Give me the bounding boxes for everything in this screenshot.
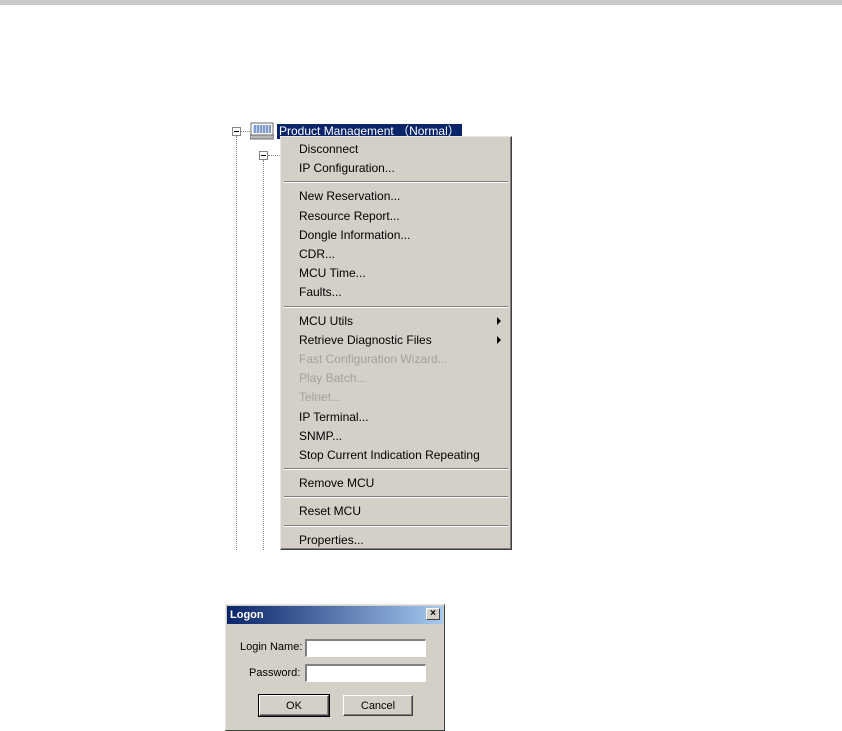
tree-line (236, 136, 237, 550)
close-icon[interactable]: × (426, 608, 440, 620)
login-name-input[interactable] (305, 639, 426, 657)
menu-item-retrieve-diagnostic-files[interactable]: Retrieve Diagnostic Files (299, 333, 432, 348)
ok-button[interactable]: OK (258, 694, 330, 717)
menu-separator (284, 306, 508, 308)
tree-line (263, 160, 264, 550)
cancel-button[interactable]: Cancel (343, 695, 413, 716)
collapse-toggle-icon[interactable] (232, 127, 241, 136)
password-input[interactable] (305, 664, 426, 682)
menu-item-remove-mcu[interactable]: Remove MCU (299, 476, 374, 491)
menu-item-reset-mcu[interactable]: Reset MCU (299, 504, 361, 519)
menu-item-disconnect[interactable]: Disconnect (299, 142, 358, 157)
menu-item-stop-current-indication-repeating[interactable]: Stop Current Indication Repeating (299, 448, 480, 463)
dialog-title: Logon (230, 609, 264, 621)
login-name-label: Login Name: (240, 641, 303, 653)
mcu-computer-icon (249, 122, 275, 140)
menu-item-mcu-time[interactable]: MCU Time... (299, 266, 366, 281)
menu-item-new-reservation[interactable]: New Reservation... (299, 189, 400, 204)
context-menu: Disconnect IP Configuration... New Reserva… (280, 136, 512, 550)
menu-separator (284, 525, 508, 527)
menu-item-mcu-utils[interactable]: MCU Utils (299, 314, 353, 329)
collapse-toggle-icon[interactable] (259, 151, 268, 160)
menu-item-dongle-information[interactable]: Dongle Information... (299, 228, 410, 243)
top-rule (0, 0, 842, 5)
menu-item-resource-report[interactable]: Resource Report... (299, 209, 400, 224)
menu-item-faults[interactable]: Faults... (299, 285, 342, 300)
logon-dialog: Logon × Login Name: Password: OK Cancel (225, 604, 445, 731)
menu-item-fast-configuration-wizard: Fast Configuration Wizard... (299, 352, 448, 366)
menu-item-ip-configuration[interactable]: IP Configuration... (299, 161, 395, 176)
tree-line (268, 155, 280, 156)
menu-item-ip-terminal[interactable]: IP Terminal... (299, 410, 369, 425)
dialog-titlebar[interactable]: Logon × (227, 606, 443, 624)
submenu-arrow-icon (497, 317, 501, 325)
menu-item-telnet: Telnet... (299, 390, 342, 404)
menu-item-properties[interactable]: Properties... (299, 533, 364, 548)
submenu-arrow-icon (497, 336, 501, 344)
menu-item-cdr[interactable]: CDR... (299, 247, 335, 262)
tree-line (241, 131, 250, 132)
menu-separator (284, 496, 508, 498)
menu-separator (284, 468, 508, 470)
menu-item-snmp[interactable]: SNMP... (299, 429, 342, 444)
password-label: Password: (249, 667, 301, 679)
menu-item-play-batch: Play Batch... (299, 371, 367, 385)
menu-separator (284, 181, 508, 183)
